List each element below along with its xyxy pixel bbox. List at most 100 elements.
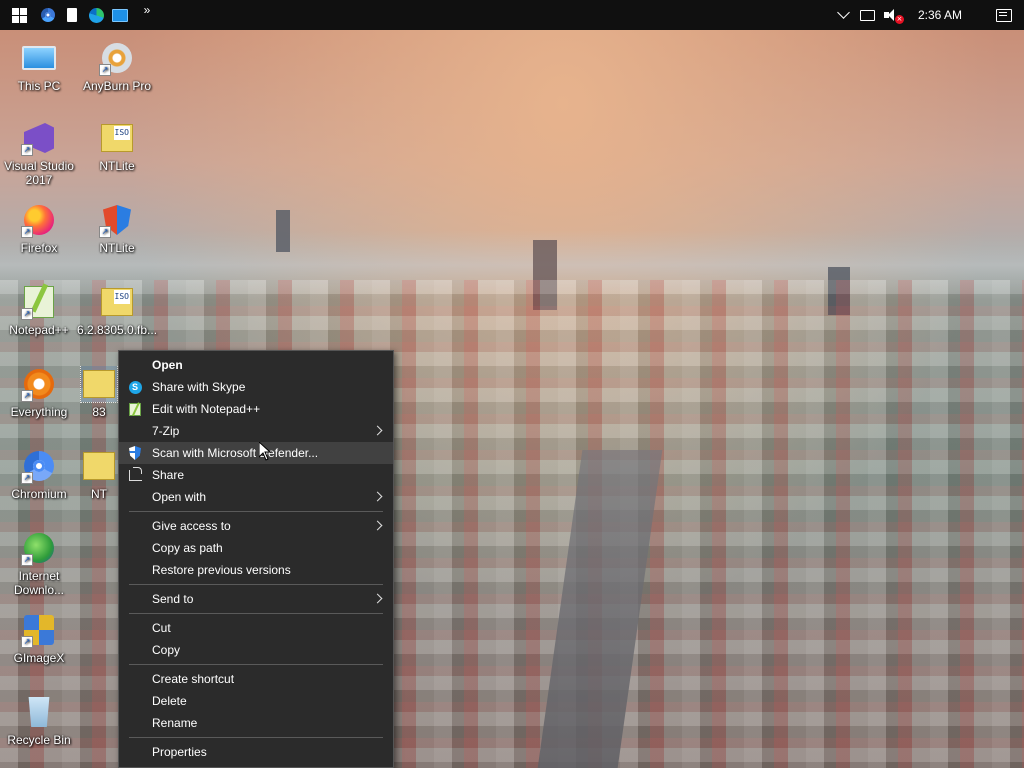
menu-item-label: Copy — [152, 643, 181, 657]
shortcut-arrow-icon: ↗ — [99, 226, 111, 238]
chrome-icon — [41, 8, 55, 22]
desktop-icon-label: This PC — [17, 79, 61, 93]
menu-item-label: Copy as path — [152, 541, 223, 555]
desktop-icon-this-pc[interactable]: This PC — [1, 40, 77, 93]
desktop-icon-label: 6.2.8305.0.fb... — [76, 323, 158, 337]
desktop-icon-firefox[interactable]: ↗ Firefox — [1, 202, 77, 255]
volume-muted-icon: × — [883, 8, 904, 24]
desktop-icon-internet-download-manager[interactable]: ↗ Internet Downlo... — [1, 530, 77, 597]
menu-item-label: Rename — [152, 716, 198, 730]
shortcut-arrow-icon: ↗ — [21, 226, 33, 238]
folder-icon — [83, 370, 115, 398]
taskbar-clock[interactable]: 2:36 AM — [918, 8, 962, 22]
menu-separator — [129, 613, 383, 614]
menu-item-label: Edit with Notepad++ — [152, 402, 261, 416]
iso-file-icon — [101, 288, 133, 316]
taskbar-monitor-button[interactable] — [108, 0, 132, 30]
shortcut-arrow-icon: ↗ — [21, 308, 33, 320]
desktop-icon-everything[interactable]: ↗ Everything — [1, 366, 77, 419]
menu-item-share-with-skype[interactable]: S Share with Skype — [119, 376, 393, 398]
menu-item-label: Cut — [152, 621, 171, 635]
taskbar: » × 2:36 AM — [0, 0, 1024, 30]
menu-item-label: Restore previous versions — [152, 563, 291, 577]
wallpaper-tower — [276, 210, 290, 252]
menu-item-label: Share with Skype — [152, 380, 246, 394]
desktop-icon-label: Internet Downlo... — [13, 569, 65, 597]
menu-item-rename[interactable]: Rename — [119, 712, 393, 734]
menu-separator — [129, 737, 383, 738]
desktop-icon-notepadpp[interactable]: ↗ Notepad++ — [1, 284, 77, 337]
desktop-icon-selected-file[interactable]: 83 — [79, 366, 119, 419]
menu-item-properties[interactable]: Properties — [119, 741, 393, 763]
taskbar-chrome-button[interactable] — [36, 0, 60, 30]
notepad-plus-plus-icon — [129, 402, 141, 416]
menu-item-7zip[interactable]: 7-Zip — [119, 420, 393, 442]
menu-item-send-to[interactable]: Send to — [119, 588, 393, 610]
defender-shield-icon — [129, 446, 141, 460]
menu-item-label: Send to — [152, 592, 194, 606]
desktop-icon-nt-partial[interactable]: NT — [79, 448, 119, 501]
shortcut-arrow-icon: ↗ — [21, 144, 33, 156]
menu-item-edit-with-notepadpp[interactable]: Edit with Notepad++ — [119, 398, 393, 420]
folder-icon — [83, 452, 115, 480]
menu-separator — [129, 664, 383, 665]
menu-item-create-shortcut[interactable]: Create shortcut — [119, 668, 393, 690]
monitor-icon — [112, 8, 128, 22]
menu-item-label: Create shortcut — [152, 672, 235, 686]
menu-separator — [129, 584, 383, 585]
desktop-icon-label: NTLite — [99, 241, 135, 255]
iso-file-icon — [101, 124, 133, 152]
volume-tray-button[interactable]: × — [880, 0, 904, 30]
taskbar-edge-button[interactable] — [84, 0, 108, 30]
desktop-icon-ntlite-iso[interactable]: NTLite — [79, 120, 155, 173]
computer-icon — [22, 46, 56, 70]
desktop-icon-label: Firefox — [20, 241, 58, 255]
chevron-up-icon — [837, 6, 851, 19]
menu-item-scan-with-defender[interactable]: Scan with Microsoft Defender... — [119, 442, 393, 464]
network-tray-button[interactable] — [856, 0, 880, 30]
desktop-icon-label: GImageX — [13, 651, 65, 665]
desktop-icon-iso-build[interactable]: 6.2.8305.0.fb... — [76, 284, 158, 337]
skype-icon: S — [128, 380, 142, 394]
menu-item-open[interactable]: Open — [119, 354, 393, 376]
desktop-icon-label: NTLite — [99, 159, 135, 173]
start-button[interactable] — [2, 0, 36, 30]
menu-item-cut[interactable]: Cut — [119, 617, 393, 639]
windows-start-icon — [11, 7, 27, 23]
desktop-icon-label: 83 — [92, 405, 106, 419]
menu-item-delete[interactable]: Delete — [119, 690, 393, 712]
menu-item-share[interactable]: Share — [119, 464, 393, 486]
document-icon — [67, 8, 77, 22]
desktop-icon-label: NT — [91, 487, 107, 501]
menu-item-label: Scan with Microsoft Defender... — [152, 446, 319, 460]
menu-item-label: Share — [152, 468, 185, 482]
desktop-icon-chromium[interactable]: ↗ Chromium — [1, 448, 77, 501]
menu-item-copy[interactable]: Copy — [119, 639, 393, 661]
shortcut-arrow-icon: ↗ — [21, 390, 33, 402]
taskbar-document-button[interactable] — [60, 0, 84, 30]
taskbar-overflow-button[interactable]: » — [136, 0, 158, 25]
desktop-icon-label: Everything — [10, 405, 68, 419]
menu-item-give-access-to[interactable]: Give access to — [119, 515, 393, 537]
desktop-icon-ntlite[interactable]: ↗ NTLite — [79, 202, 155, 255]
menu-item-open-with[interactable]: Open with — [119, 486, 393, 508]
shortcut-arrow-icon: ↗ — [99, 64, 111, 76]
shortcut-arrow-icon: ↗ — [21, 472, 33, 484]
desktop-icon-anyburn[interactable]: ↗ AnyBurn Pro — [79, 40, 155, 93]
shortcut-arrow-icon: ↗ — [21, 554, 33, 566]
chevron-right-icon — [372, 593, 383, 604]
context-menu: Open S Share with Skype Edit with Notepa… — [118, 350, 394, 768]
edge-icon — [88, 7, 104, 23]
desktop-icon-recycle-bin[interactable]: Recycle Bin — [1, 694, 77, 747]
menu-item-label: Give access to — [152, 519, 231, 533]
desktop-icon-label: Chromium — [11, 487, 67, 501]
desktop-icon-label: Recycle Bin — [7, 733, 71, 747]
desktop-icon-visual-studio[interactable]: ↗ Visual Studio 2017 — [1, 120, 77, 187]
desktop-icon-gimagex[interactable]: ↗ GImageX — [1, 612, 77, 665]
menu-item-restore-previous-versions[interactable]: Restore previous versions — [119, 559, 393, 581]
show-hidden-icons-button[interactable] — [832, 0, 856, 30]
menu-item-copy-as-path[interactable]: Copy as path — [119, 537, 393, 559]
action-center-button[interactable] — [984, 0, 1024, 30]
desktop-icon-label: AnyBurn Pro — [82, 79, 152, 93]
network-icon — [860, 9, 876, 21]
